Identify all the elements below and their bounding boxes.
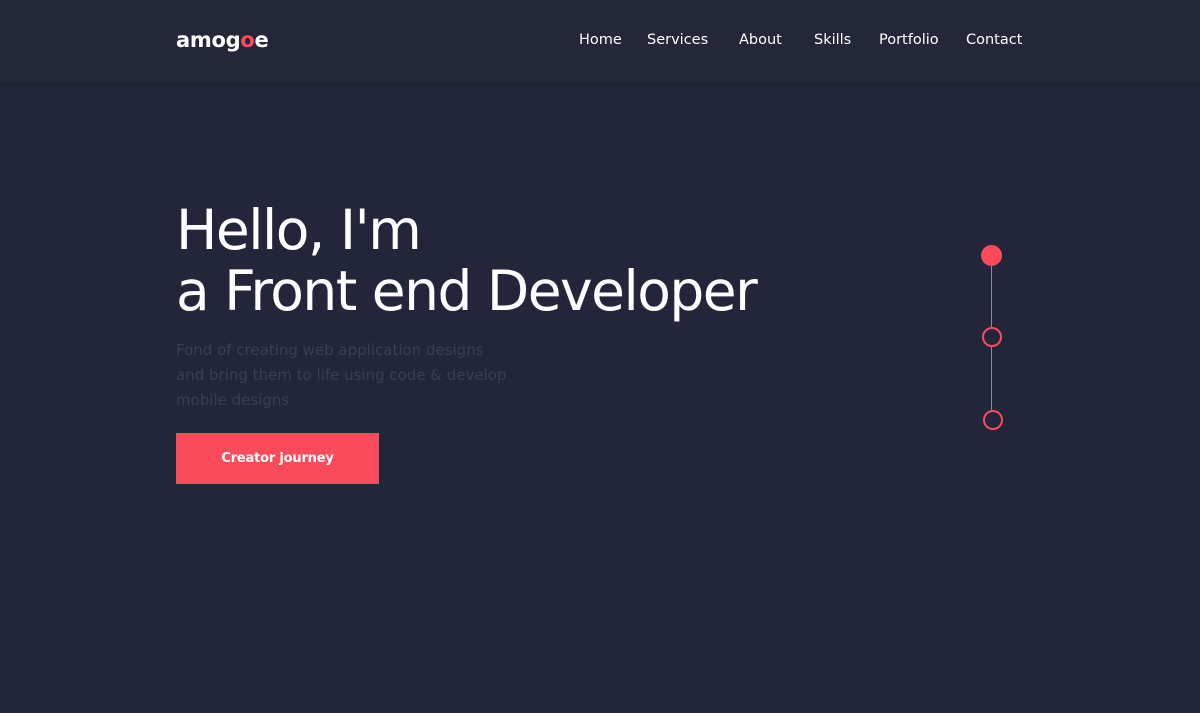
site-header: amogoe Home Services About Skills Portfo… <box>0 0 1200 82</box>
nav-about[interactable]: About <box>739 32 782 48</box>
creator-journey-button[interactable]: Creator journey <box>176 433 379 484</box>
nav-portfolio[interactable]: Portfolio <box>879 32 939 48</box>
nav-skills[interactable]: Skills <box>814 32 851 48</box>
main-nav: Home Services About Skills Portfolio Con… <box>0 32 1200 52</box>
hero-description-line-3: mobile designs <box>176 391 290 409</box>
hero-title-line-1: Hello, I'm <box>176 198 422 262</box>
page: amogoe Home Services About Skills Portfo… <box>0 0 1200 713</box>
nav-contact[interactable]: Contact <box>966 32 1022 48</box>
hero-title-line-2: a Front end Developer <box>176 259 758 323</box>
nav-services[interactable]: Services <box>647 32 708 48</box>
slide-dot-3[interactable] <box>983 410 1003 430</box>
hero-description-line-2: and bring them to life using code & deve… <box>176 366 507 384</box>
slide-dot-1-active[interactable] <box>981 245 1002 266</box>
hero-title: Hello, I'm a Front end Developer <box>176 200 876 322</box>
nav-home[interactable]: Home <box>579 32 622 48</box>
hero-description: Fond of creating web application designs… <box>176 338 516 413</box>
hero-description-line-1: Fond of creating web application designs <box>176 341 484 359</box>
slide-dot-2[interactable] <box>982 327 1002 347</box>
